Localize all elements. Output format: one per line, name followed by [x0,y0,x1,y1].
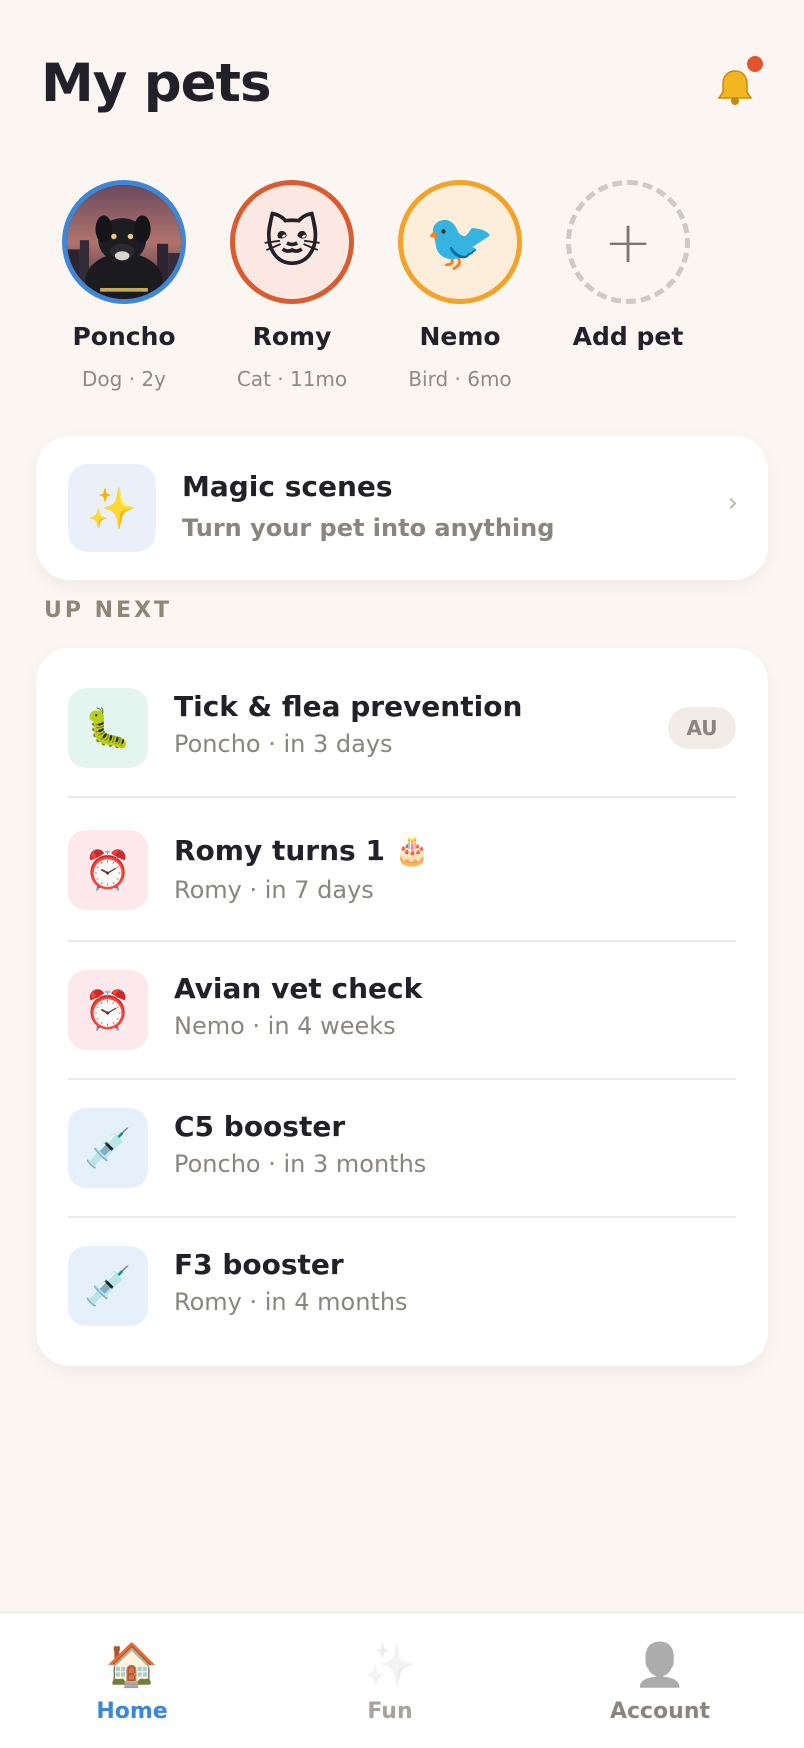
avatar: 🐦 [398,180,522,304]
avatar [62,180,186,304]
magic-scenes-card[interactable]: ✨ Magic scenes Turn your pet into anythi… [36,436,768,580]
page-title: My pets [41,52,272,114]
bottom-tab-bar: 🏠 Home ✨ Fun 👤 Account [0,1612,804,1748]
bird-icon: 🐦 [425,210,495,275]
bug-icon: 🐛 [68,688,148,768]
house-icon: 🏠 [105,1640,159,1689]
task-title: Tick & flea prevention [174,690,523,723]
task-title: C5 booster [174,1110,346,1143]
syringe-icon: 💉 [68,1246,148,1326]
list-item[interactable]: ⏰ Romy turns 1 🎂 Romy · in 7 days [68,830,736,910]
pet-name: Poncho [72,322,176,351]
bell-icon [717,70,753,105]
task-title: F3 booster [174,1248,344,1281]
sparkles-icon: ✨ [363,1640,417,1689]
task-subtitle: Poncho · in 3 months [174,1150,427,1178]
divider [68,1216,736,1218]
pet-item-nemo[interactable]: 🐦 Nemo Bird · 6mo [376,176,544,391]
region-badge: AU [668,707,736,749]
add-pet-label: Add pet [572,322,684,351]
divider [68,1078,736,1080]
list-item[interactable]: 💉 C5 booster Poncho · in 3 months [68,1108,736,1188]
list-item[interactable]: ⏰ Avian vet check Nemo · in 4 weeks [68,970,736,1050]
task-subtitle: Romy · in 4 months [174,1288,408,1316]
chevron-right-icon: › [727,488,738,518]
divider [68,940,736,942]
section-label-up-next: UP NEXT [44,598,173,623]
tab-label: Account [609,1699,711,1724]
add-pet-button[interactable]: + Add pet [544,176,712,351]
pet-item-romy[interactable]: 🐱 Romy Cat · 11mo [208,176,376,391]
list-item[interactable]: 💉 F3 booster Romy · in 4 months [68,1246,736,1326]
syringe-icon: 💉 [68,1108,148,1188]
plus-icon: + [603,208,653,276]
list-item[interactable]: 🐛 Tick & flea prevention Poncho · in 3 d… [68,688,736,768]
notifications-button[interactable] [709,56,763,110]
pets-row: Poncho Dog · 2y 🐱 Romy Cat · 11mo 🐦 Nemo… [40,176,760,396]
pet-info: Cat · 11mo [236,367,348,391]
task-subtitle: Romy · in 7 days [174,876,374,904]
task-title: Romy turns 1 🎂 [174,834,430,867]
magic-scenes-subtitle: Turn your pet into anything [182,514,555,542]
dog-photo [67,185,181,299]
tab-label: Home [96,1699,168,1724]
pet-item-poncho[interactable]: Poncho Dog · 2y [40,176,208,391]
pet-name: Romy [252,322,332,351]
cat-face-icon: 🐱 [262,209,322,275]
pet-name: Nemo [419,322,501,351]
notification-dot [747,56,763,72]
magic-scenes-title: Magic scenes [182,470,393,503]
task-subtitle: Poncho · in 3 days [174,730,393,758]
tab-home[interactable]: 🏠 Home [32,1613,232,1748]
tab-label: Fun [367,1699,413,1724]
avatar: 🐱 [230,180,354,304]
header: My pets [41,48,763,118]
add-pet-circle: + [566,180,690,304]
pet-info: Bird · 6mo [408,367,512,391]
task-title: Avian vet check [174,972,423,1005]
tab-fun[interactable]: ✨ Fun [290,1613,490,1748]
alarm-clock-icon: ⏰ [68,830,148,910]
person-icon: 👤 [633,1640,687,1689]
alarm-clock-icon: ⏰ [68,970,148,1050]
sparkles-icon: ✨ [68,464,156,552]
divider [68,796,736,798]
up-next-card: 🐛 Tick & flea prevention Poncho · in 3 d… [36,648,768,1366]
task-subtitle: Nemo · in 4 weeks [174,1012,396,1040]
pet-info: Dog · 2y [82,367,166,391]
tab-account[interactable]: 👤 Account [560,1613,760,1748]
